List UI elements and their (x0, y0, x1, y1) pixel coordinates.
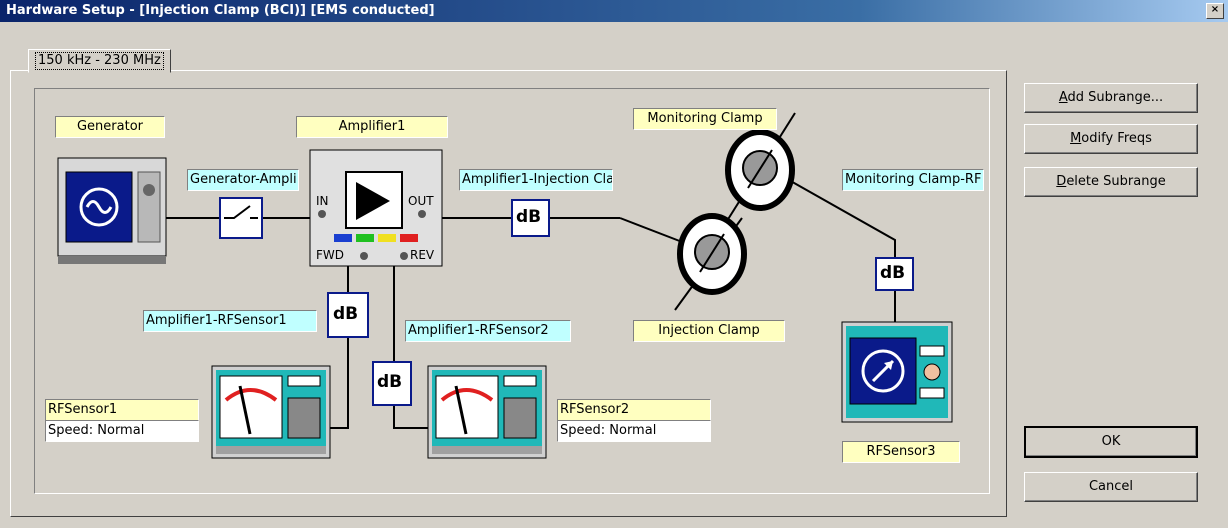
delete-subrange-key: D (1056, 174, 1067, 189)
attenuator-amp-rfs1-text: dB (333, 304, 359, 324)
attenuator-amp-inj-text: dB (516, 207, 542, 227)
delete-subrange-button[interactable]: Delete Subrange (1024, 167, 1198, 197)
modify-freqs-key: M (1070, 131, 1082, 146)
amp-port-out: OUT (408, 194, 434, 208)
add-subrange-post: dd Subrange... (1067, 90, 1164, 105)
cancel-button[interactable]: Cancel (1024, 472, 1198, 502)
injection-clamp-label: Injection Clamp (633, 320, 785, 342)
cable-gen-amp-label: Generator-Ampli (187, 169, 299, 191)
generator-switch-icon (219, 197, 263, 239)
rfsensor1-name: RFSensor1 (45, 399, 199, 421)
cable-mon-rf-label: Monitoring Clamp-RF (842, 169, 984, 191)
delete-subrange-post: elete Subrange (1066, 174, 1166, 189)
amp-port-rev: REV (410, 248, 435, 262)
rfsensor2-device[interactable] (427, 365, 547, 459)
rfsensor1-device[interactable] (211, 365, 331, 459)
add-subrange-button[interactable]: Add Subrange... (1024, 83, 1198, 113)
add-subrange-key: A (1058, 90, 1068, 105)
ok-button[interactable]: OK (1024, 426, 1198, 458)
rfsensor2-name: RFSensor2 (557, 399, 711, 421)
rfsensor2-speed: Speed: Normal (557, 420, 711, 442)
generator-device[interactable] (57, 157, 167, 264)
tab-label: 150 kHz - 230 MHz (35, 52, 164, 70)
amplifier-label: Amplifier1 (296, 116, 448, 138)
rfsensor1-speed: Speed: Normal (45, 420, 199, 442)
tab-frequency-range[interactable]: 150 kHz - 230 MHz (28, 49, 171, 73)
cable-amp-inj-label: Amplifier1-Injection Cla (459, 169, 613, 191)
attenuator-amp-rfs2-text: dB (377, 372, 403, 392)
modify-freqs-post: odify Freqs (1081, 131, 1152, 146)
monitoring-clamp-label: Monitoring Clamp (633, 108, 777, 130)
generator-label: Generator (55, 116, 165, 138)
cable-amp-rfs1-label: Amplifier1-RFSensor1 (143, 310, 317, 332)
modify-freqs-button[interactable]: Modify Freqs (1024, 124, 1198, 154)
attenuator-mon-rf-text: dB (880, 263, 906, 283)
amp-port-fwd: FWD (316, 248, 345, 262)
injection-clamp-device[interactable] (674, 213, 747, 311)
cable-amp-rfs2-label: Amplifier1-RFSensor2 (405, 320, 571, 342)
amp-port-in: IN (316, 194, 329, 208)
monitoring-clamp-device[interactable] (719, 112, 796, 233)
rfsensor3-device[interactable] (841, 321, 953, 423)
rfsensor3-label: RFSensor3 (842, 441, 960, 463)
